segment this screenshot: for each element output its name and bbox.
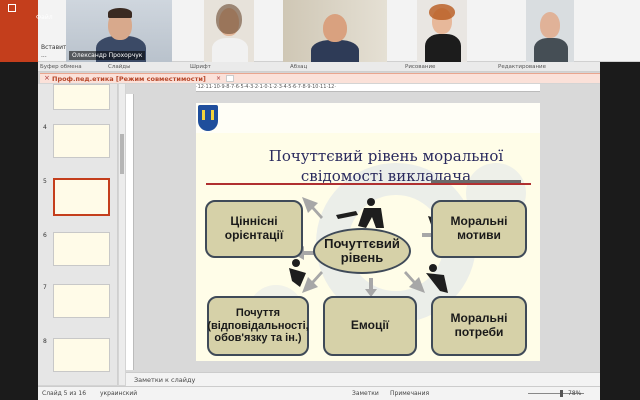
center-oval: Почуттєвий рівень [313,228,411,274]
slide-thumbnail-selected[interactable] [53,178,110,216]
close-icon[interactable]: × [44,74,50,82]
language-indicator[interactable]: украинский [100,390,137,397]
comments-button[interactable]: Примечания [390,390,429,397]
powerpoint-window: Файл Вставить ... Буфер обмена Слайды Шр… [0,0,640,400]
notes-pane[interactable]: Заметки к слайду [126,372,600,386]
group-drawing: Рисование [405,64,436,70]
document-title: Проф.пед.етика [Режим совместимости] [52,75,206,83]
status-bar: Слайд 5 из 16 украинский Заметки Примеча… [38,386,600,400]
box-motives: Моральні мотиви [431,200,527,258]
right-frame [600,62,640,400]
scrollbar-knob[interactable] [120,134,124,174]
new-tab-icon[interactable] [226,75,234,82]
box-needs: Моральні потреби [431,296,527,356]
group-slides: Слайды [108,64,131,70]
video-tile-5[interactable] [526,0,574,62]
group-font: Шрифт [190,64,211,70]
video-call-strip: Олександр Прохорчук [0,0,640,62]
slide-thumbnail[interactable] [53,338,110,372]
thumbnail-number: 8 [43,338,47,345]
vertical-ruler [126,94,134,370]
slide-thumbnail[interactable] [53,124,110,158]
video-tile-2[interactable] [204,0,254,62]
notes-button[interactable]: Заметки [352,390,379,397]
slide-thumbnail[interactable] [53,232,110,266]
zoom-slider-knob[interactable] [560,390,563,397]
title-underline [206,183,531,185]
tab-close-icon[interactable]: × [216,75,221,82]
slide-thumbnails-pane: 4 5 6 7 8 [38,84,118,385]
video-tile-active-speaker[interactable]: Олександр Прохорчук [66,0,172,62]
current-slide[interactable]: Почуттєвий рівень моральної свідомості в… [196,103,540,361]
slide-thumbnail-3[interactable] [53,84,110,110]
box-values: Ціннісні орієнтації [205,200,303,258]
video-tile-4[interactable] [417,0,467,62]
document-tab[interactable]: × Проф.пед.етика [Режим совместимости] × [40,73,600,83]
zoom-level[interactable]: 78% [568,390,581,397]
thumbnails-scrollbar[interactable] [119,84,125,385]
group-clipboard: Буфер обмена [40,64,82,70]
left-frame [0,62,38,400]
thumbnail-number: 7 [43,284,47,291]
slide-title-line1: Почуттєвий рівень моральної [268,147,504,165]
slide-thumbnail[interactable] [53,284,110,318]
title-bar-accent [431,180,521,183]
box-feelings: Почуття (відповідальності, обов'язку та … [207,296,309,356]
thumbnail-number: 6 [43,232,47,239]
ruler-ticks: ·12·11·10·9·8·7·6·5·4·3·2·1·0·1·2·3·4·5·… [196,84,336,90]
video-tile-3[interactable] [283,0,387,62]
box-emotions: Емоції [323,296,417,356]
participant-name: Олександр Прохорчук [69,51,146,60]
group-paragraph: Абзац [290,64,308,70]
slide-counter: Слайд 5 из 16 [42,390,87,397]
thumbnail-number: 4 [43,124,47,131]
ribbon-group-labels: Буфер обмена Слайды Шрифт Абзац Рисовани… [0,62,640,72]
thumbnail-number: 5 [43,178,47,185]
notes-placeholder: Заметки к слайду [134,376,196,384]
horizontal-ruler: ·12·11·10·9·8·7·6·5·4·3·2·1·0·1·2·3·4·5·… [196,84,540,92]
group-editing: Редактирование [498,64,546,70]
